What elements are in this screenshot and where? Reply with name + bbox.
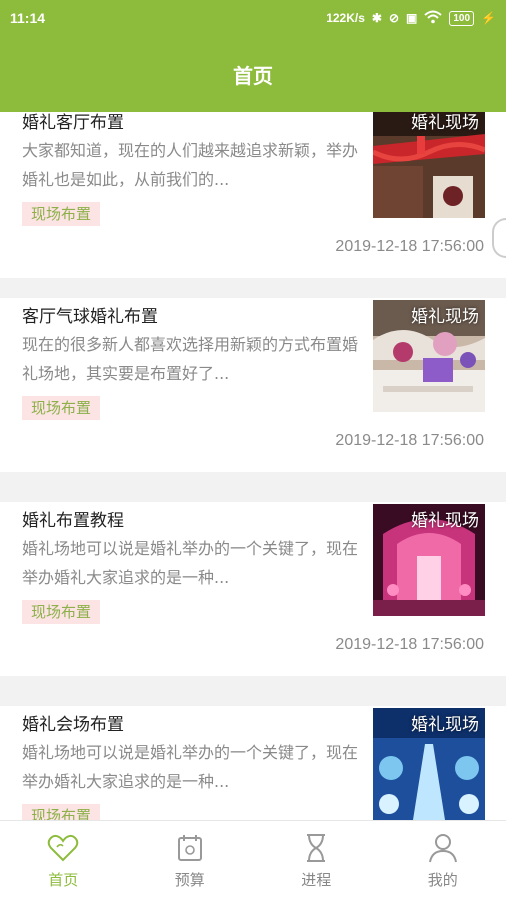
- top-nav-bar: 首页: [0, 36, 506, 112]
- hourglass-icon: [307, 834, 326, 862]
- heart-icon: [47, 834, 79, 862]
- mute-icon: ⊘: [388, 11, 400, 25]
- tab-budget[interactable]: 预算: [127, 821, 254, 900]
- status-bar: 11:14 122K/s ✱ ⊘ ▣ 100 ⚡: [0, 0, 506, 36]
- article-list[interactable]: 婚礼客厅布置 大家都知道，现在的人们越来越追求新颖，举办婚礼也是如此，从前我们的…: [0, 112, 506, 820]
- charging-icon: ⚡: [481, 11, 496, 25]
- article-title: 婚礼会场布置: [22, 715, 124, 735]
- bottom-tab-bar: 首页 预算 进程 我的: [0, 820, 506, 900]
- article-time: 2019-12-18 17:56:00: [335, 636, 484, 653]
- thumbnail-label: 婚礼现场: [411, 511, 479, 531]
- article-thumbnail[interactable]: 婚礼现场: [373, 112, 485, 218]
- category-tag[interactable]: 现场布置: [22, 804, 101, 820]
- article-thumbnail[interactable]: 婚礼现场: [373, 300, 485, 412]
- tab-label: 首页: [48, 871, 79, 889]
- article-title: 客厅气球婚礼布置: [22, 307, 158, 327]
- wifi-icon: [424, 10, 443, 27]
- article-summary: 大家都知道，现在的人们越来越追求新颖，举办婚礼也是如此，从前我们的...: [22, 141, 359, 189]
- pull-indicator: [492, 218, 506, 258]
- category-tag[interactable]: 现场布置: [22, 600, 101, 624]
- calendar-icon: [177, 835, 202, 861]
- page-title: 首页: [233, 63, 273, 88]
- tab-label: 我的: [427, 871, 458, 889]
- category-tag[interactable]: 现场布置: [22, 396, 101, 420]
- article-summary: 婚礼场地可以说是婚礼举办的一个关键了，现在举办婚礼大家追求的是一种...: [22, 743, 359, 791]
- article-thumbnail[interactable]: 婚礼现场: [373, 504, 485, 616]
- article-card[interactable]: 婚礼会场布置 婚礼场地可以说是婚礼举办的一个关键了，现在举办婚礼大家追求的是一种…: [0, 706, 506, 820]
- thumbnail-label: 婚礼现场: [411, 113, 479, 133]
- article-card[interactable]: 婚礼客厅布置 大家都知道，现在的人们越来越追求新颖，举办婚礼也是如此，从前我们的…: [0, 112, 506, 278]
- thumbnail-label: 婚礼现场: [411, 307, 479, 327]
- net-speed: 122K/s: [326, 11, 365, 25]
- bluetooth-icon: ✱: [371, 11, 382, 25]
- article-card[interactable]: 客厅气球婚礼布置 现在的很多新人都喜欢选择用新颖的方式布置婚礼场地，其实要是布置…: [0, 298, 506, 472]
- tab-mine[interactable]: 我的: [380, 821, 506, 900]
- tab-label: 预算: [174, 871, 205, 889]
- tab-label: 进程: [301, 871, 332, 889]
- article-title: 婚礼布置教程: [22, 511, 124, 531]
- category-tag[interactable]: 现场布置: [22, 202, 101, 226]
- article-summary: 婚礼场地可以说是婚礼举办的一个关键了，现在举办婚礼大家追求的是一种...: [22, 539, 359, 587]
- tab-home[interactable]: 首页: [0, 821, 127, 900]
- status-icons: 122K/s ✱ ⊘ ▣ 100 ⚡: [326, 10, 496, 27]
- sim-icon: ▣: [406, 11, 418, 25]
- status-time: 11:14: [10, 10, 46, 26]
- article-time: 2019-12-18 17:56:00: [335, 238, 484, 255]
- article-card[interactable]: 婚礼布置教程 婚礼场地可以说是婚礼举办的一个关键了，现在举办婚礼大家追求的是一种…: [0, 502, 506, 676]
- tab-progress[interactable]: 进程: [253, 821, 380, 900]
- article-summary: 现在的很多新人都喜欢选择用新颖的方式布置婚礼场地，其实要是布置好了...: [22, 335, 359, 383]
- battery-icon: 100: [449, 10, 475, 26]
- article-thumbnail[interactable]: 婚礼现场: [373, 708, 485, 820]
- article-title: 婚礼客厅布置: [22, 113, 124, 133]
- thumbnail-label: 婚礼现场: [411, 715, 479, 735]
- person-icon: [428, 834, 457, 863]
- article-time: 2019-12-18 17:56:00: [335, 432, 484, 449]
